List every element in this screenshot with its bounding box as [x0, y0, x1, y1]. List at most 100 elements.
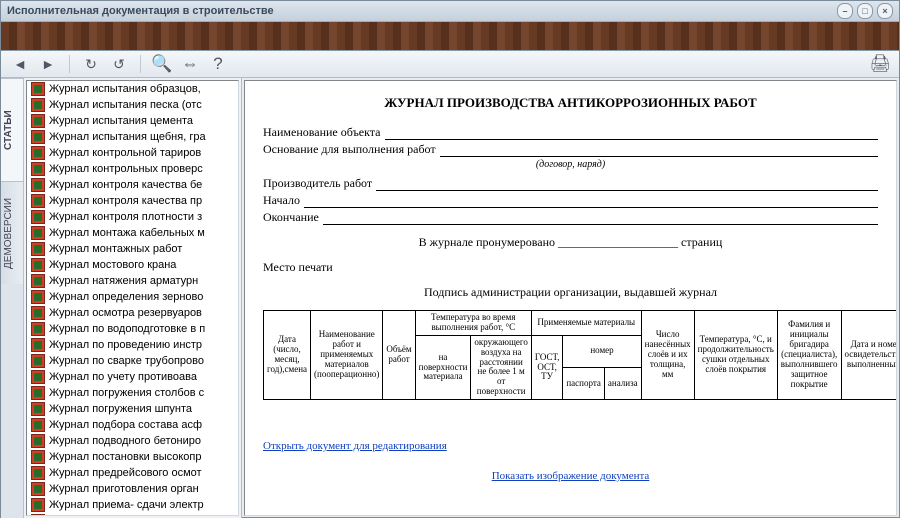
document-view[interactable]: ЖУРНАЛ ПРОИЗВОДСТВА АНТИКОРРОЗИОННЫХ РАБ… [244, 80, 897, 516]
document-icon [31, 370, 45, 384]
document-icon [31, 482, 45, 496]
tree-item[interactable]: Журнал испытания щебня, гра [27, 129, 238, 145]
tree-item[interactable]: Журнал монтажа кабельных м [27, 225, 238, 241]
tree-item[interactable]: Журнал контроля плотности з [27, 209, 238, 225]
tree-item-label: Журнал контроля качества бе [49, 178, 202, 192]
document-icon [31, 466, 45, 480]
th-materials: Применяемые материалы [531, 311, 641, 336]
th-temp: Температура во время выполнения работ, °… [415, 311, 531, 336]
label-object: Наименование объекта [263, 125, 381, 140]
document-icon [31, 290, 45, 304]
banner-image [1, 22, 899, 51]
magnifier-icon: 🔍 [151, 54, 172, 74]
tree-item-label: Журнал определения зерново [49, 290, 203, 304]
tree-item-label: Журнал погружения столбов с [49, 386, 204, 400]
fit-button[interactable]: ⇔ [179, 54, 201, 74]
tree-item[interactable]: Журнал подводного бетониро [27, 433, 238, 449]
tree-item[interactable]: Журнал предрейсового осмот [27, 465, 238, 481]
tree-item[interactable]: Журнал приема- сдачи электр [27, 497, 238, 513]
th-layers: Число нанесённых слоёв и их толщина, мм [641, 311, 694, 400]
document-icon [31, 322, 45, 336]
link-show-image[interactable]: Показать изображение документа [492, 470, 650, 482]
document-icon [31, 274, 45, 288]
print-button[interactable]: 🖨 [869, 54, 891, 74]
tree-item-label: Журнал постановки высокопр [49, 450, 201, 464]
tree-item-label: Журнал испытания щебня, гра [49, 130, 206, 144]
tree-item[interactable]: Журнал испытания образцов, [27, 81, 238, 97]
tree-item[interactable]: Журнал натяжения арматурн [27, 273, 238, 289]
window-title: Исполнительная документация в строительс… [7, 5, 274, 17]
tree-item-label: Журнал приемки и осмотра ле [49, 514, 205, 516]
tree-item[interactable]: Журнал контроля качества пр [27, 193, 238, 209]
refresh-button[interactable]: ↻ [80, 54, 102, 74]
pages-line: В журнале пронумеровано ________________… [263, 235, 878, 250]
fit-width-icon: ⇔ [182, 54, 199, 74]
tree-item[interactable]: Журнал испытания песка (отс [27, 97, 238, 113]
tree-item[interactable]: Журнал испытания цемента [27, 113, 238, 129]
document-icon [31, 114, 45, 128]
refresh2-button[interactable]: ↺ [108, 54, 130, 74]
document-icon [31, 514, 45, 516]
tree-item-label: Журнал испытания песка (отс [49, 98, 202, 112]
label-end: Окончание [263, 210, 319, 225]
th-works: Наименование работ и применяемых материа… [311, 311, 383, 400]
minimize-icon[interactable]: – [837, 3, 853, 19]
tree-item[interactable]: Журнал монтажных работ [27, 241, 238, 257]
document-icon [31, 210, 45, 224]
tree-item[interactable]: Журнал контроля качества бе [27, 177, 238, 193]
tree-item[interactable]: Журнал контрольных проверс [27, 161, 238, 177]
nav-fwd-button[interactable]: ► [37, 54, 59, 74]
tree-item-label: Журнал подводного бетониро [49, 434, 201, 448]
document-icon [31, 402, 45, 416]
tree-item-label: Журнал натяжения арматурн [49, 274, 198, 288]
sidetab-demo[interactable]: ДЕМОВЕРСИИ [1, 181, 23, 284]
label-start: Начало [263, 193, 300, 208]
link-open-edit[interactable]: Открыть документ для редактирования [263, 440, 447, 452]
arrow-left-icon: ◄ [13, 56, 27, 72]
tree-item[interactable]: Журнал определения зерново [27, 289, 238, 305]
tree-item[interactable]: Журнал подбора состава асф [27, 417, 238, 433]
tree-item[interactable]: Журнал постановки высокопр [27, 449, 238, 465]
document-icon [31, 242, 45, 256]
printer-icon: 🖨 [869, 54, 891, 74]
tree-item[interactable]: Журнал по водоподготовке в п [27, 321, 238, 337]
document-icon [31, 226, 45, 240]
tree-item-label: Журнал монтажных работ [49, 242, 182, 256]
maximize-icon[interactable]: □ [857, 3, 873, 19]
close-icon[interactable]: × [877, 3, 893, 19]
tree-item-label: Журнал мостового крана [49, 258, 176, 272]
document-icon [31, 258, 45, 272]
tree-item-label: Журнал контрольной тариров [49, 146, 201, 160]
tree-item[interactable]: Журнал осмотра резервуаров [27, 305, 238, 321]
th-analysis: анализа [604, 367, 641, 399]
document-icon [31, 178, 45, 192]
tree-item[interactable]: Журнал по проведению инстр [27, 337, 238, 353]
tree-item[interactable]: Журнал контрольной тариров [27, 145, 238, 161]
app-window: Исполнительная документация в строительс… [0, 0, 900, 518]
tree-item[interactable]: Журнал по учету противоава [27, 369, 238, 385]
label-basis: Основание для выполнения работ [263, 142, 436, 157]
document-icon [31, 338, 45, 352]
tree-item-label: Журнал контроля плотности з [49, 210, 202, 224]
document-tree[interactable]: Журнал испытания образцов,Журнал испытан… [26, 80, 239, 516]
side-tabs: СТАТЬИ ДЕМОВЕРСИИ [1, 78, 24, 518]
tree-item[interactable]: Журнал приготовления орган [27, 481, 238, 497]
arrow-right-icon: ► [41, 56, 55, 72]
tree-item-label: Журнал монтажа кабельных м [49, 226, 205, 240]
tree-item[interactable]: Журнал по сварке трубопрово [27, 353, 238, 369]
zoom-button[interactable]: 🔍 [151, 54, 173, 74]
sidetab-articles[interactable]: СТАТЬИ [1, 78, 23, 181]
tree-item[interactable]: Журнал приемки и осмотра ле [27, 513, 238, 516]
tree-item-label: Журнал приготовления орган [49, 482, 199, 496]
th-passport: паспорта [563, 367, 605, 399]
tree-item[interactable]: Журнал мостового крана [27, 257, 238, 273]
th-temp-surface: на поверхности материала [415, 335, 471, 399]
tree-item[interactable]: Журнал погружения столбов с [27, 385, 238, 401]
document-icon [31, 194, 45, 208]
seal-label: Место печати [263, 260, 878, 275]
tree-item[interactable]: Журнал погружения шпунта [27, 401, 238, 417]
nav-back-button[interactable]: ◄ [9, 54, 31, 74]
document-icon [31, 82, 45, 96]
document-icon [31, 306, 45, 320]
help-button[interactable]: ? [207, 54, 229, 74]
